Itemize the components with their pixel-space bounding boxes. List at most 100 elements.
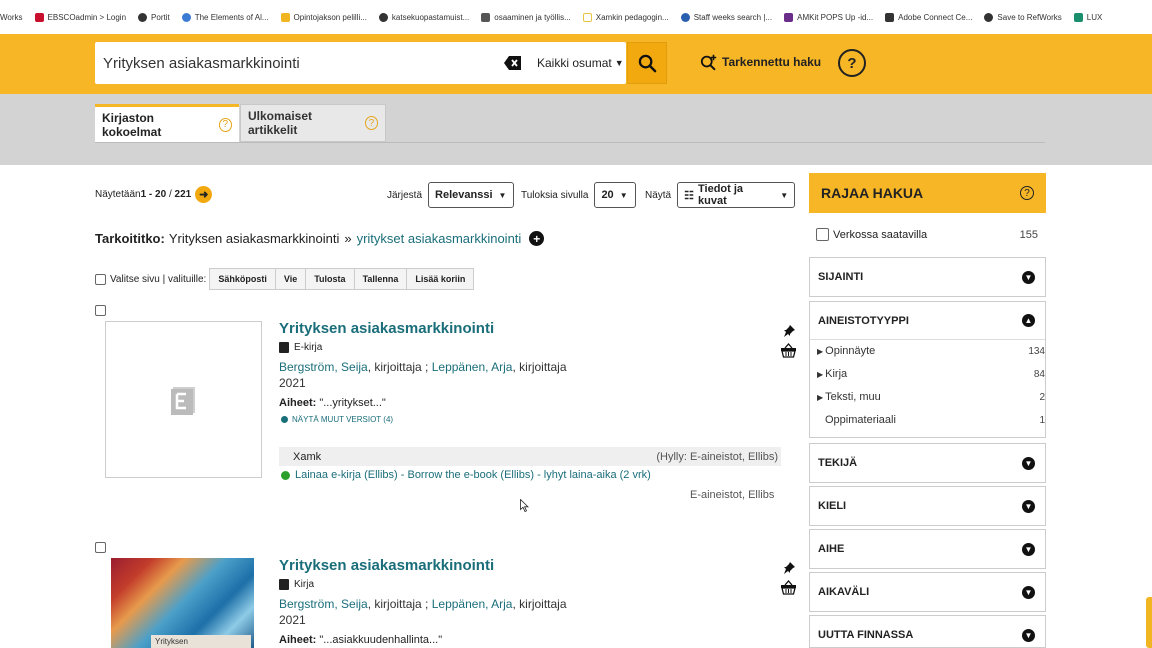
record-title[interactable]: Yrityksen asiakasmarkkinointi <box>279 557 494 574</box>
search-button[interactable] <box>627 42 667 84</box>
bookmark-staff-weeks[interactable]: Staff weeks search |... <box>680 12 772 22</box>
game-icon <box>280 12 290 22</box>
pin-icon[interactable] <box>782 324 796 338</box>
bookmark-xamkin[interactable]: Xamkin pedagogin... <box>582 12 669 22</box>
showing-prefix: Näytetään <box>95 189 141 200</box>
did-you-mean: Tarkoititko: Yrityksen asiakasmarkkinoin… <box>95 231 545 246</box>
bookmark-adobe-connect[interactable]: Adobe Connect Ce... <box>885 12 972 22</box>
tab-bar: Kirjaston kokoelmat ? Ulkomaiset artikke… <box>0 94 1152 165</box>
author-link[interactable]: Bergström, Seija <box>279 360 368 374</box>
bulk-actions: Valitse sivu | valituille: Sähköposti Vi… <box>95 268 475 290</box>
email-button[interactable]: Sähköposti <box>209 268 276 290</box>
scope-value: Kaikki osumat <box>537 56 612 70</box>
facet-item-thesis[interactable]: ▶ Opinnäyte 134 <box>817 345 1046 357</box>
did-you-mean-separator: » <box>344 231 352 246</box>
plus-icon[interactable]: + <box>529 231 545 246</box>
bookmark-opintojakson[interactable]: Opintojakson pelilli... <box>280 12 367 22</box>
triangle-right-icon: ▶ <box>817 369 824 379</box>
add-to-cart-button[interactable]: Lisää koriin <box>406 268 475 290</box>
bookmark-amkit[interactable]: AMKit POPS Up -id... <box>784 12 873 22</box>
bookmark-osaaminen[interactable]: osaaminen ja työllis... <box>481 12 571 22</box>
facet-subject[interactable]: AIHE ▼ <box>809 529 1046 569</box>
facet-item-book[interactable]: ▶ Kirja 84 <box>817 368 1046 380</box>
bookmark-portit[interactable]: Portit <box>138 12 170 22</box>
record-checkbox[interactable] <box>95 305 106 316</box>
subjects-value: "...asiakkuudenhallinta..." <box>316 634 443 646</box>
facet-item-count: 84 <box>1033 368 1045 380</box>
facet-label: KIELI <box>818 500 847 512</box>
export-button[interactable]: Vie <box>274 268 307 290</box>
ebook-placeholder-icon <box>170 386 195 415</box>
sort-select[interactable]: Relevanssi ▼ <box>428 182 515 208</box>
question-icon[interactable]: ? <box>218 117 232 132</box>
advanced-search-link[interactable]: Tarkennettu haku <box>700 53 821 71</box>
chevron-down-icon: ▼ <box>1022 585 1035 599</box>
did-you-mean-suggestion[interactable]: yritykset asiakasmarkkinointi <box>357 231 522 246</box>
book-cover[interactable]: Yrityksen <box>111 558 254 648</box>
facet-item-text-other[interactable]: ▶ Teksti, muu 2 <box>817 391 1046 403</box>
bookmark-elements-ai[interactable]: The Elements of Al... <box>181 12 269 22</box>
view-select[interactable]: ☷ Tiedot ja kuvat ▼ <box>677 182 796 208</box>
select-page-checkbox[interactable] <box>95 273 106 285</box>
question-icon[interactable]: ? <box>1020 186 1034 200</box>
facet-item-learning-material[interactable]: Oppimateriaali 1 <box>817 414 1046 426</box>
feedback-tab[interactable] <box>1146 597 1152 648</box>
help-icon[interactable]: ? <box>838 49 866 77</box>
other-versions-link[interactable]: NÄYTÄ MUUT VERSIOT (4) <box>281 415 393 424</box>
refine-title: RAJAA HAKUA <box>821 185 924 201</box>
did-you-mean-original: Yrityksen asiakasmarkkinointi <box>168 231 340 246</box>
author-link[interactable]: Leppänen, Arja <box>432 360 513 374</box>
facet-language[interactable]: KIELI ▼ <box>809 486 1046 526</box>
globe-icon <box>984 12 994 22</box>
chevron-down-icon: ▼ <box>619 190 628 200</box>
showing-range: 1 - 20 <box>140 189 167 200</box>
chevron-down-icon: ▼ <box>780 190 789 200</box>
bookmark-works[interactable]: Works <box>0 13 23 22</box>
bookmark-refworks[interactable]: Save to RefWorks <box>984 12 1062 22</box>
question-icon[interactable]: ? <box>364 116 378 130</box>
search-input[interactable] <box>103 42 498 84</box>
facet-label: AIKAVÄLI <box>818 586 870 598</box>
bookmark-label: osaaminen ja työllis... <box>494 12 571 22</box>
facet-author[interactable]: TEKIJÄ ▼ <box>809 443 1046 483</box>
online-checkbox[interactable] <box>816 228 829 241</box>
per-page-select[interactable]: 20 ▼ <box>594 182 637 208</box>
book-icon <box>279 579 289 590</box>
facet-label: SIJAINTI <box>818 271 864 283</box>
search-header: Kaikki osumat ▼ Tarkennettu haku ? <box>0 34 1152 94</box>
pin-icon[interactable] <box>782 561 796 575</box>
showing-separator: / <box>166 189 175 200</box>
amkit-icon <box>784 12 794 22</box>
next-page-icon[interactable]: ➜ <box>195 186 213 203</box>
loan-link[interactable]: Lainaa e-kirja (Ellibs) - Borrow the e-b… <box>281 469 651 481</box>
facet-time-range[interactable]: AIKAVÄLI ▼ <box>809 572 1046 612</box>
bookmark-ebsco[interactable]: EBSCOadmin > Login <box>34 12 126 22</box>
facet-location[interactable]: SIJAINTI ▼ <box>809 257 1046 297</box>
facet-label: AIHE <box>818 543 845 555</box>
online-available-filter[interactable]: Verkossa saatavilla 155 <box>816 228 1038 241</box>
record-checkbox[interactable] <box>95 542 106 553</box>
bookmark-lux[interactable]: LUX <box>1073 12 1102 22</box>
print-button[interactable]: Tulosta <box>305 268 355 290</box>
bookmark-label: Xamkin pedagogin... <box>595 12 669 22</box>
tab-library-collections[interactable]: Kirjaston kokoelmat ? <box>95 104 239 142</box>
bookmark-label: Save to RefWorks <box>997 12 1062 22</box>
bookmark-katseku[interactable]: katsekuopastamuist... <box>378 12 469 22</box>
author-link[interactable]: Bergström, Seija <box>279 597 368 611</box>
basket-icon[interactable] <box>780 580 797 595</box>
scope-select[interactable]: Kaikki osumat ▼ <box>537 42 624 84</box>
clear-search-icon[interactable] <box>504 55 522 71</box>
cover-title: Yrityksen <box>151 635 251 648</box>
save-button[interactable]: Tallenna <box>353 268 408 290</box>
globe-icon <box>138 12 148 22</box>
advanced-search-icon <box>700 54 717 71</box>
basket-icon[interactable] <box>780 343 797 358</box>
tab-foreign-articles[interactable]: Ulkomaiset artikkelit ? <box>240 104 386 142</box>
author-role: , kirjoittaja <box>512 597 567 611</box>
record-authors: Bergström, Seija, kirjoittaja ; Leppänen… <box>279 360 567 374</box>
record-title[interactable]: Yrityksen asiakasmarkkinointi <box>279 320 494 337</box>
author-link[interactable]: Leppänen, Arja <box>432 597 513 611</box>
record-thumbnail[interactable] <box>105 321 262 478</box>
search-box: Kaikki osumat ▼ <box>95 42 626 84</box>
facet-new-in-finna[interactable]: UUTTA FINNASSA ▼ <box>809 615 1046 648</box>
